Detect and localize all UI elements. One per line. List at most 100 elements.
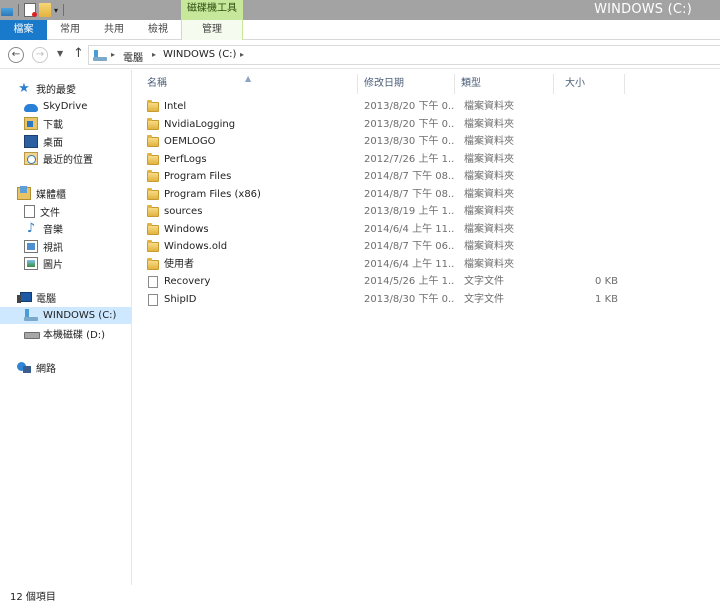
table-row[interactable]: 使用者 2014/6/4 上午 11... 檔案資料夾 (133, 256, 720, 273)
table-row[interactable]: ShipID 2013/8/30 下午 0... 文字文件 1 KB (133, 291, 720, 308)
folder-icon (147, 257, 159, 270)
column-header-date[interactable]: 修改日期 (359, 74, 455, 94)
back-button[interactable]: ← (8, 47, 24, 63)
table-row[interactable]: OEMLOGO 2013/8/30 下午 0... 檔案資料夾 (133, 133, 720, 150)
nav-item-videos[interactable]: 視訊 (24, 238, 63, 255)
table-row[interactable]: Windows.old 2014/8/7 下午 06... 檔案資料夾 (133, 238, 720, 255)
computer-icon (93, 49, 107, 62)
table-row[interactable]: Intel 2013/8/20 下午 0... 檔案資料夾 (133, 98, 720, 115)
drive-icon[interactable] (1, 8, 13, 16)
file-type: 檔案資料夾 (464, 224, 514, 235)
forward-arrow-icon: → (35, 49, 45, 60)
file-type: 文字文件 (464, 294, 504, 305)
tab-home[interactable]: 常用 (56, 20, 84, 40)
table-row[interactable]: sources 2013/8/19 上午 1... 檔案資料夾 (133, 203, 720, 220)
document-icon (24, 205, 35, 218)
table-row[interactable]: PerfLogs 2012/7/26 上午 1... 檔案資料夾 (133, 151, 720, 168)
tab-share[interactable]: 共用 (100, 20, 128, 40)
item-count: 12 個項目 (10, 592, 56, 601)
forward-button[interactable]: → (32, 47, 48, 63)
nav-item-desktop[interactable]: 桌面 (24, 133, 63, 150)
network-icon (17, 361, 31, 374)
text-file-icon (148, 275, 158, 288)
video-icon (24, 240, 38, 253)
breadcrumb-drive[interactable]: WINDOWS (C:) (163, 49, 236, 60)
file-date: 2014/8/7 下午 08... (364, 189, 454, 200)
column-header-name[interactable]: ▲ 名稱 (133, 74, 358, 94)
file-name: NvidiaLogging (164, 119, 236, 130)
toolbar-divider (18, 4, 19, 16)
customize-toolbar-chevron-icon[interactable]: ▾ (54, 6, 58, 15)
table-row[interactable]: Program Files 2014/8/7 下午 08... 檔案資料夾 (133, 168, 720, 185)
navigation-bar: ← → ▼ ↑ ▸ 電腦 ▸ WINDOWS (C:) ▸ (0, 41, 720, 69)
title-bar: ▾ 磁碟機工具 WINDOWS (C:) (0, 0, 720, 20)
file-type: 檔案資料夾 (464, 101, 514, 112)
sort-ascending-icon: ▲ (245, 74, 252, 83)
star-icon: ★ (18, 81, 30, 96)
folder-icon (147, 134, 159, 147)
file-size (555, 98, 618, 115)
breadcrumb-chevron-icon[interactable]: ▸ (111, 50, 115, 59)
table-row[interactable]: Recovery 2014/5/26 上午 1... 文字文件 0 KB (133, 273, 720, 290)
recent-locations-chevron-icon[interactable]: ▼ (57, 49, 63, 58)
nav-item-recent-places[interactable]: 最近的位置 (24, 150, 93, 167)
nav-favorites[interactable]: ★ 我的最愛 (17, 80, 76, 97)
nav-item-downloads[interactable]: 下載 (24, 115, 63, 132)
file-type: 檔案資料夾 (464, 206, 514, 217)
address-bar[interactable]: ▸ 電腦 ▸ WINDOWS (C:) ▸ (88, 45, 720, 65)
nav-item-pictures[interactable]: 圖片 (24, 255, 63, 272)
column-label: 名稱 (147, 78, 167, 89)
folder-icon (147, 152, 159, 165)
file-name: 使用者 (164, 259, 194, 270)
breadcrumb-computer[interactable]: 電腦 (123, 49, 143, 64)
file-date: 2014/5/26 上午 1... (364, 276, 454, 287)
nav-item-documents[interactable]: 文件 (24, 203, 60, 220)
file-size (555, 203, 618, 220)
folder-icon (147, 117, 159, 130)
new-folder-icon[interactable] (39, 3, 51, 17)
column-header-type[interactable]: 類型 (456, 74, 554, 94)
table-row[interactable]: Program Files (x86) 2014/8/7 下午 08... 檔案… (133, 186, 720, 203)
nav-libraries[interactable]: 媒體櫃 (17, 185, 66, 202)
file-size (555, 168, 618, 185)
nav-label: 媒體櫃 (36, 190, 66, 201)
nav-item-music[interactable]: ♪ 音樂 (24, 220, 63, 237)
tab-view[interactable]: 檢視 (144, 20, 172, 40)
libraries-icon (17, 186, 31, 200)
table-row[interactable]: NvidiaLogging 2013/8/20 下午 0... 檔案資料夾 (133, 116, 720, 133)
nav-label: 網路 (36, 364, 56, 375)
nav-label: 文件 (40, 208, 60, 219)
nav-network[interactable]: 網路 (17, 359, 56, 376)
tab-file[interactable]: 檔案 (0, 20, 47, 40)
tab-manage[interactable]: 管理 (181, 20, 243, 40)
nav-label: 圖片 (43, 260, 63, 271)
file-size (555, 133, 618, 150)
pictures-icon (24, 257, 38, 270)
file-type: 檔案資料夾 (464, 119, 514, 130)
table-row[interactable]: Windows 2014/6/4 上午 11... 檔案資料夾 (133, 221, 720, 238)
file-date: 2014/8/7 下午 06... (364, 241, 454, 252)
nav-item-drive-d[interactable]: 本機磁碟 (D:) (24, 325, 105, 342)
window-title: WINDOWS (C:) (594, 2, 692, 17)
nav-item-drive-c[interactable]: WINDOWS (C:) (0, 307, 131, 324)
file-type: 檔案資料夾 (464, 259, 514, 270)
file-date: 2013/8/30 下午 0... (364, 294, 454, 305)
file-size (555, 116, 618, 133)
file-type: 檔案資料夾 (464, 154, 514, 165)
properties-icon[interactable] (24, 3, 37, 17)
up-arrow-icon[interactable]: ↑ (73, 46, 84, 61)
nav-label: 桌面 (43, 138, 63, 149)
recent-places-icon (24, 152, 38, 165)
status-bar: 12 個項目 (0, 585, 720, 601)
context-tab-group-label: 磁碟機工具 (181, 0, 243, 20)
music-icon: ♪ (26, 221, 36, 236)
column-header-size[interactable]: 大小 (555, 74, 625, 94)
folder-icon (147, 204, 159, 217)
file-size: 0 KB (595, 276, 618, 287)
nav-item-skydrive[interactable]: SkyDrive (24, 98, 87, 115)
nav-label: 電腦 (36, 294, 56, 305)
breadcrumb-chevron-icon[interactable]: ▸ (240, 50, 244, 59)
file-date: 2012/7/26 上午 1... (364, 154, 454, 165)
nav-computer[interactable]: 電腦 (17, 289, 56, 306)
breadcrumb-chevron-icon[interactable]: ▸ (152, 50, 156, 59)
